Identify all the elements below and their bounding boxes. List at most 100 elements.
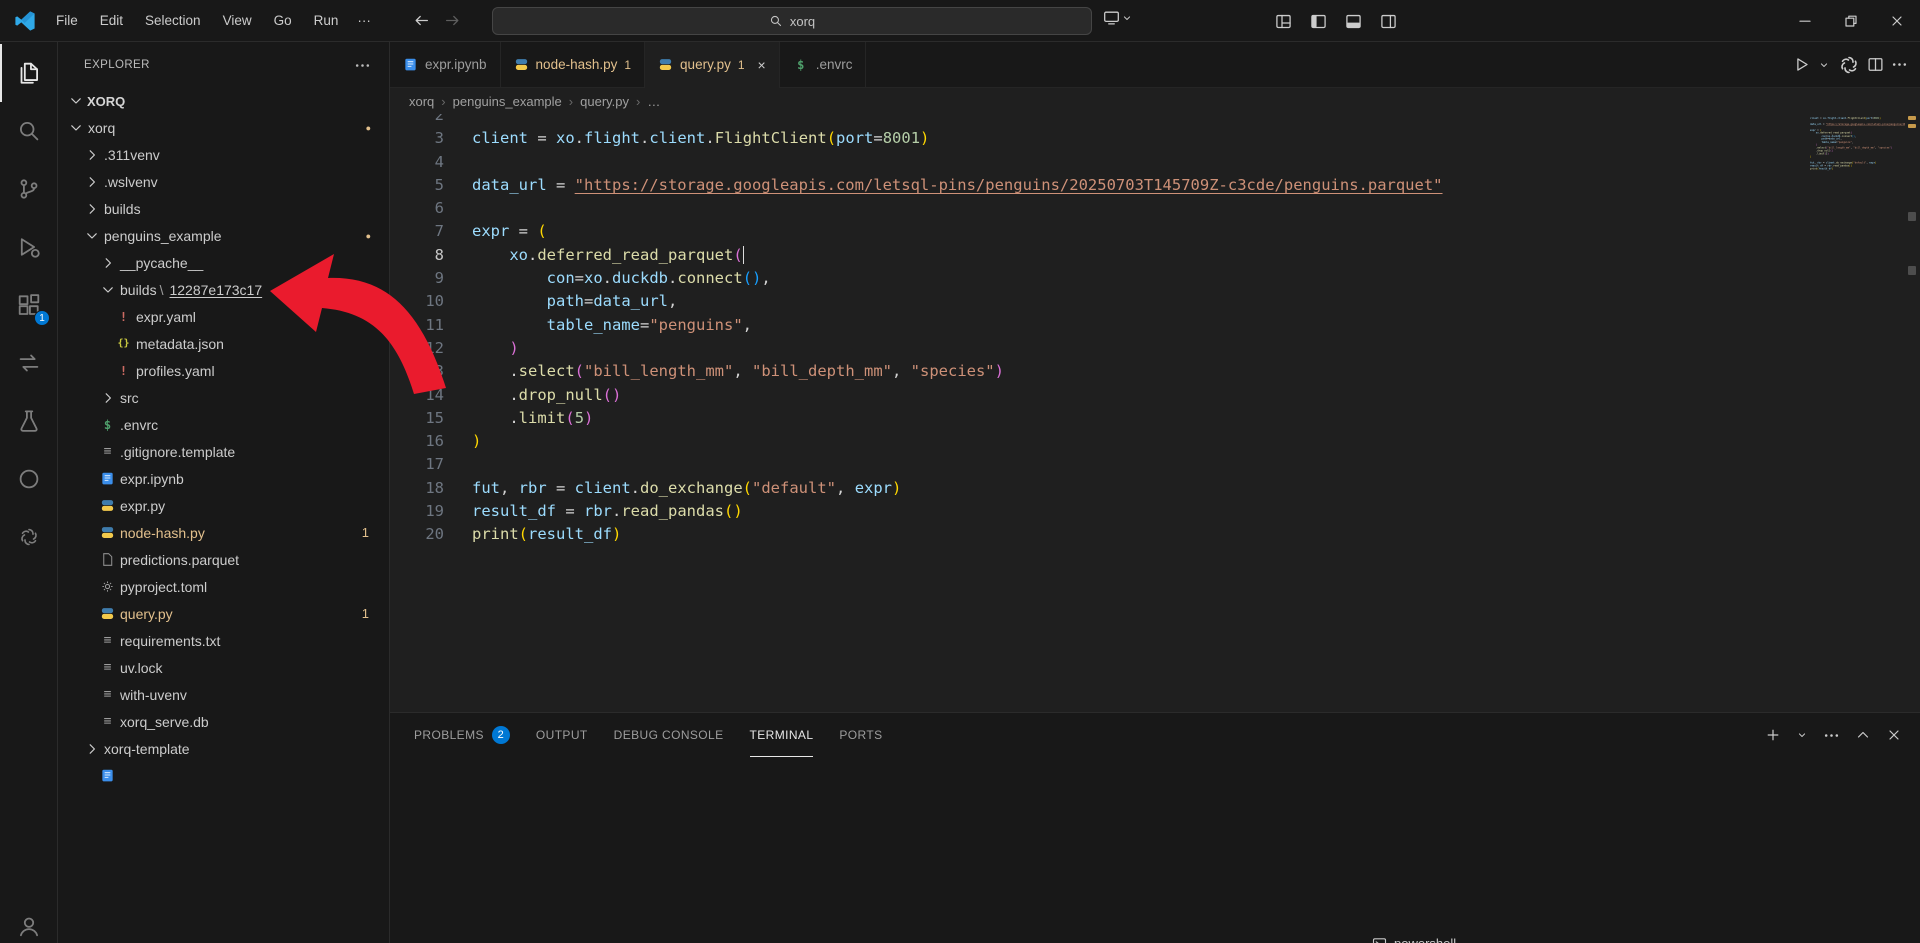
tree-folder-penguins_example[interactable]: penguins_example● bbox=[58, 222, 389, 249]
activitybar-openai[interactable] bbox=[0, 508, 57, 566]
menu-selection[interactable]: Selection bbox=[134, 6, 212, 36]
menu-view[interactable]: View bbox=[212, 6, 263, 36]
line-number[interactable]: 8 bbox=[390, 244, 444, 267]
line-number[interactable]: 2 bbox=[390, 114, 444, 127]
activitybar-account[interactable] bbox=[0, 897, 57, 943]
toggle-sidebar-button[interactable] bbox=[1305, 8, 1331, 34]
tree-file-expr.py[interactable]: expr.py bbox=[58, 492, 389, 519]
explorer-more-actions-icon[interactable] bbox=[354, 57, 371, 74]
code-line-18[interactable]: 18fut, rbr = client.do_exchange("default… bbox=[390, 477, 1810, 500]
window-close-button[interactable] bbox=[1874, 0, 1920, 42]
panel-tab-debug-console[interactable]: DEBUG CONSOLE bbox=[614, 713, 724, 757]
tab-.envrc[interactable]: $.envrc bbox=[780, 42, 867, 87]
tree-folder-builds[interactable]: builds bbox=[58, 195, 389, 222]
line-number[interactable]: 9 bbox=[390, 267, 444, 290]
line-number[interactable]: 11 bbox=[390, 314, 444, 337]
toggle-panel-button[interactable] bbox=[1340, 8, 1366, 34]
activitybar-run-debug[interactable] bbox=[0, 218, 57, 276]
menu-edit[interactable]: Edit bbox=[89, 6, 134, 36]
activitybar-circle[interactable] bbox=[0, 450, 57, 508]
code-line-5[interactable]: 5data_url = "https://storage.googleapis.… bbox=[390, 174, 1810, 197]
tree-file-with-uvenv[interactable]: ≡with-uvenv bbox=[58, 681, 389, 708]
code-line-6[interactable]: 6 bbox=[390, 197, 1810, 220]
tree-file-pyproject.toml[interactable]: pyproject.toml bbox=[58, 573, 389, 600]
code-line-16[interactable]: 16) bbox=[390, 430, 1810, 453]
line-number[interactable]: 12 bbox=[390, 337, 444, 360]
line-number[interactable]: 4 bbox=[390, 151, 444, 174]
code-line-10[interactable]: 10 path=data_url, bbox=[390, 290, 1810, 313]
run-button[interactable] bbox=[1793, 49, 1810, 81]
code-line-20[interactable]: 20print(result_df) bbox=[390, 523, 1810, 546]
tab-expr.ipynb[interactable]: expr.ipynb bbox=[390, 42, 501, 87]
tree-file-partial[interactable] bbox=[58, 762, 389, 789]
window-restore-button[interactable] bbox=[1828, 0, 1874, 42]
code-line-8[interactable]: 8 xo.deferred_read_parquet( bbox=[390, 244, 1810, 267]
breadcrumb-item[interactable]: … bbox=[647, 94, 660, 109]
line-number[interactable]: 13 bbox=[390, 360, 444, 383]
split-editor-button[interactable] bbox=[1867, 49, 1884, 81]
activitybar-source-control[interactable] bbox=[0, 160, 57, 218]
menu-run[interactable]: Run bbox=[303, 6, 350, 36]
tree-file-xorq_serve.db[interactable]: ≡xorq_serve.db bbox=[58, 708, 389, 735]
menu-more[interactable]: ··· bbox=[349, 6, 379, 36]
line-number[interactable]: 3 bbox=[390, 127, 444, 150]
back-button[interactable] bbox=[413, 12, 430, 29]
tree-file-predictions.parquet[interactable]: predictions.parquet bbox=[58, 546, 389, 573]
tree-file-uv.lock[interactable]: ≡uv.lock bbox=[58, 654, 389, 681]
activitybar-extensions[interactable]: 1 bbox=[0, 276, 57, 334]
close-button[interactable] bbox=[1886, 727, 1902, 743]
breadcrumb-item[interactable]: query.py bbox=[580, 94, 629, 109]
breadcrumb-item[interactable]: xorq bbox=[409, 94, 434, 109]
forward-button[interactable] bbox=[444, 12, 461, 29]
line-number[interactable]: 18 bbox=[390, 477, 444, 500]
code-line-12[interactable]: 12 ) bbox=[390, 337, 1810, 360]
tree-folder-__pycache__[interactable]: __pycache__ bbox=[58, 249, 389, 276]
activitybar-explorer[interactable] bbox=[0, 44, 57, 102]
line-number[interactable]: 5 bbox=[390, 174, 444, 197]
line-number[interactable]: 15 bbox=[390, 407, 444, 430]
tree-file-node-hash.py[interactable]: node-hash.py1 bbox=[58, 519, 389, 546]
tree-folder-xorq-template[interactable]: xorq-template bbox=[58, 735, 389, 762]
tree-file-.gitignore.template[interactable]: ≡.gitignore.template bbox=[58, 438, 389, 465]
activitybar-search[interactable] bbox=[0, 102, 57, 160]
menu-go[interactable]: Go bbox=[263, 6, 303, 36]
new-terminal-button[interactable] bbox=[1765, 727, 1781, 743]
more-button[interactable] bbox=[1891, 49, 1908, 81]
tab-query.py[interactable]: query.py1× bbox=[645, 42, 780, 87]
overview-ruler[interactable] bbox=[1905, 114, 1920, 712]
tree-file-requirements.txt[interactable]: ≡requirements.txt bbox=[58, 627, 389, 654]
terminal-body[interactable]: powershell bbox=[390, 757, 1920, 943]
line-number[interactable]: 20 bbox=[390, 523, 444, 546]
workspace-section-header[interactable]: XORQ bbox=[58, 88, 389, 114]
breadcrumb-item[interactable]: penguins_example bbox=[453, 94, 562, 109]
line-number[interactable]: 19 bbox=[390, 500, 444, 523]
tree-folder-.wslvenv[interactable]: .wslvenv bbox=[58, 168, 389, 195]
tree-folder-.311venv[interactable]: .311venv bbox=[58, 141, 389, 168]
panel-tab-ports[interactable]: PORTS bbox=[839, 713, 882, 757]
minimap[interactable]: client = xo.flight.client.FlightClient(p… bbox=[1810, 114, 1905, 712]
code-line-3[interactable]: 3client = xo.flight.client.FlightClient(… bbox=[390, 127, 1810, 150]
code-line-2[interactable]: 2 bbox=[390, 114, 1810, 127]
more-button[interactable] bbox=[1823, 727, 1840, 744]
line-number[interactable]: 17 bbox=[390, 453, 444, 476]
code-line-7[interactable]: 7expr = ( bbox=[390, 220, 1810, 243]
code-line-9[interactable]: 9 con=xo.duckdb.connect(), bbox=[390, 267, 1810, 290]
activitybar-testing[interactable] bbox=[0, 392, 57, 450]
openai-button[interactable] bbox=[1838, 49, 1860, 81]
tree-folder-src[interactable]: src bbox=[58, 384, 389, 411]
tree-file-profiles.yaml[interactable]: !profiles.yaml bbox=[58, 357, 389, 384]
tree-file-.envrc[interactable]: $.envrc bbox=[58, 411, 389, 438]
tree-folder-xorq[interactable]: xorq● bbox=[58, 114, 389, 141]
terminal-tab-powershell[interactable]: powershell bbox=[1372, 936, 1456, 943]
toggle-secondary-sidebar-button[interactable] bbox=[1375, 8, 1401, 34]
line-number[interactable]: 7 bbox=[390, 220, 444, 243]
tree-file-expr.ipynb[interactable]: expr.ipynb bbox=[58, 465, 389, 492]
line-number[interactable]: 16 bbox=[390, 430, 444, 453]
code-line-14[interactable]: 14 .drop_null() bbox=[390, 384, 1810, 407]
panel-tab-terminal[interactable]: TERMINAL bbox=[750, 713, 814, 757]
menu-file[interactable]: File bbox=[45, 6, 89, 36]
window-minimize-button[interactable] bbox=[1782, 0, 1828, 42]
close-icon[interactable]: × bbox=[758, 57, 766, 73]
line-number[interactable]: 14 bbox=[390, 384, 444, 407]
panel-tab-output[interactable]: OUTPUT bbox=[536, 713, 588, 757]
